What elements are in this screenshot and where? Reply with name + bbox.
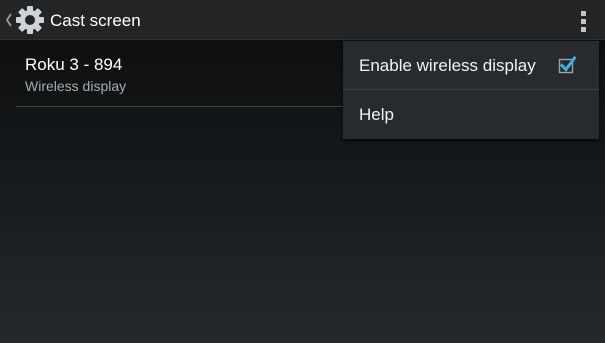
device-summary: Wireless display: [25, 78, 127, 94]
device-name: Roku 3 - 894: [25, 55, 123, 74]
menu-item-enable-wireless-display[interactable]: Enable wireless display: [343, 41, 599, 89]
device-item-roku[interactable]: Roku 3 - 894 Wireless display: [16, 48, 356, 106]
chevron-left-icon[interactable]: [4, 11, 14, 29]
page-title: Cast screen: [50, 11, 141, 30]
cast-screen: Cast screen Roku 3 - 894 Wireless displa…: [0, 0, 605, 343]
checkbox-checked-icon[interactable]: [558, 56, 576, 74]
menu-item-label: Help: [359, 105, 394, 124]
menu-item-label: Enable wireless display: [359, 56, 536, 75]
list-divider: [16, 106, 346, 107]
overflow-menu-icon[interactable]: [577, 9, 591, 33]
menu-item-help[interactable]: Help: [343, 90, 599, 138]
gear-icon[interactable]: [14, 4, 46, 36]
action-bar: Cast screen: [0, 0, 605, 40]
overflow-menu: Enable wireless display Help: [343, 41, 599, 139]
